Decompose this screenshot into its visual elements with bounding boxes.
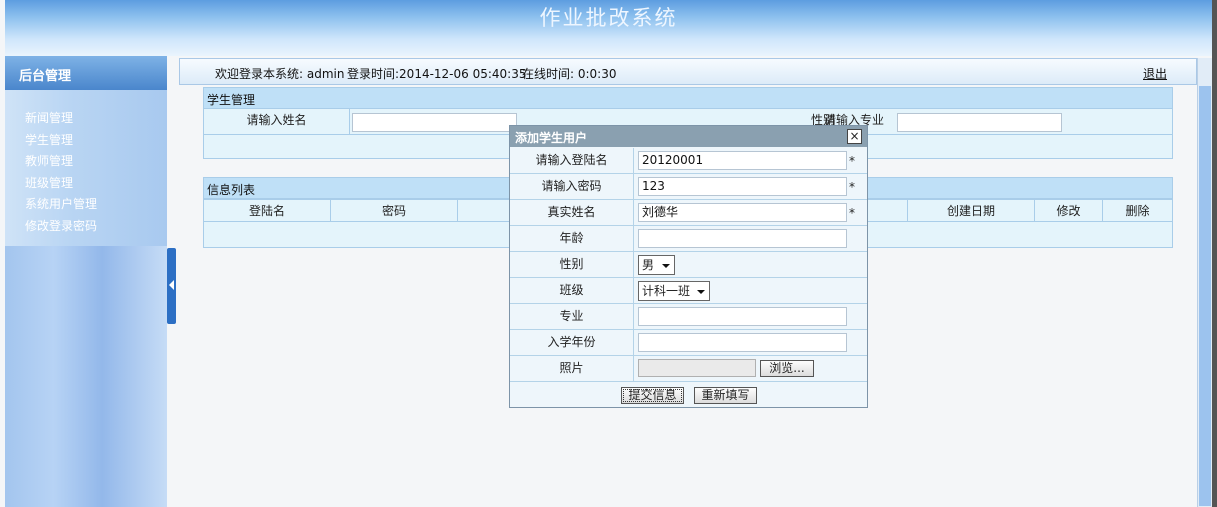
sidebar-item-students[interactable]: 学生管理 [5,130,167,152]
password-input[interactable]: 123 [638,177,847,196]
password-label: 请输入密码 [510,174,634,199]
form-row-age: 年龄 [510,226,867,252]
reset-button[interactable]: 重新填写 [694,387,757,404]
real-name-input[interactable]: 刘德华 [638,203,847,222]
enroll-year-label: 入学年份 [510,330,634,355]
class-select[interactable]: 计科一班 [638,281,710,301]
online-time: 在线时间: 0:0:30 [522,67,617,81]
logout-link[interactable]: 退出 [1143,65,1167,82]
welcome-text: 欢迎登录本系统: admin [215,67,345,81]
column-create-date: 创建日期 [907,200,1035,221]
sidebar-decoration [5,246,167,507]
sidebar-title: 后台管理 [5,56,167,90]
form-row-realname: 真实姓名 刘德华 * [510,200,867,226]
required-mark: * [849,154,855,168]
chevron-left-icon [169,280,174,290]
form-row-login: 请输入登陆名 20120001 * [510,148,867,174]
scrollbar-thumb[interactable] [1199,86,1211,506]
real-name-label: 真实姓名 [510,200,634,225]
photo-label: 照片 [510,356,634,381]
form-row-photo: 照片 浏览... [510,356,867,382]
form-row-major: 专业 [510,304,867,330]
search-panel-title: 学生管理 [203,87,1173,109]
login-name-input[interactable]: 20120001 [638,151,847,170]
name-search-input[interactable] [352,113,517,132]
submit-button[interactable]: 提交信息 [621,387,684,404]
add-student-dialog: 添加学生用户 × 请输入登陆名 20120001 * 请输入密码 123 * 真… [509,125,868,408]
age-input[interactable] [638,229,847,248]
enroll-year-input[interactable] [638,333,847,352]
required-mark: * [849,180,855,194]
column-delete: 删除 [1125,204,1150,218]
header-banner: 作业批改系统 [5,0,1212,56]
login-time: 登录时间:2014-12-06 05:40:35 [347,67,527,81]
sidebar: 后台管理 新闻管理 学生管理 教师管理 班级管理 系统用户管理 修改登录密码 [5,56,167,507]
sidebar-menu: 新闻管理 学生管理 教师管理 班级管理 系统用户管理 修改登录密码 [5,90,167,237]
age-label: 年龄 [510,226,634,251]
class-label: 班级 [510,278,634,303]
sidebar-item-news[interactable]: 新闻管理 [5,108,167,130]
vertical-scrollbar[interactable] [1197,58,1212,507]
gender-select[interactable]: 男 [638,255,675,275]
sidebar-item-system-users[interactable]: 系统用户管理 [5,194,167,216]
app-title: 作业批改系统 [539,6,678,30]
column-edit: 修改 [1035,200,1103,221]
gender-label: 性别 [510,252,634,277]
form-row-password: 请输入密码 123 * [510,174,867,200]
window-edge [1212,0,1217,507]
photo-file-input[interactable] [638,359,756,377]
column-password: 密码 [331,200,458,221]
browse-button[interactable]: 浏览... [760,360,814,377]
column-login-name: 登陆名 [204,200,331,221]
info-bar: 欢迎登录本系统: admin 登录时间:2014-12-06 05:40:35 … [179,58,1197,85]
form-row-year: 入学年份 [510,330,867,356]
sidebar-item-classes[interactable]: 班级管理 [5,173,167,195]
chevron-down-icon [662,264,670,268]
form-row-gender: 性别 男 [510,252,867,278]
form-row-class: 班级 计科一班 [510,278,867,304]
dialog-title-text: 添加学生用户 [515,131,588,145]
dialog-title: 添加学生用户 [510,126,867,147]
sidebar-item-change-password[interactable]: 修改登录密码 [5,216,167,238]
major-label: 专业 [510,304,634,329]
sidebar-item-teachers[interactable]: 教师管理 [5,151,167,173]
name-label: 请输入姓名 [204,109,350,134]
gender-select-value: 男 [642,258,655,272]
required-mark: * [849,206,855,220]
chevron-down-icon [697,290,705,294]
major-input[interactable] [638,307,847,326]
class-select-value: 计科一班 [642,284,691,298]
sidebar-collapse-handle[interactable] [167,248,176,324]
major-search-input[interactable] [897,113,1062,132]
close-icon[interactable]: × [847,129,862,144]
login-name-label: 请输入登陆名 [510,148,634,173]
